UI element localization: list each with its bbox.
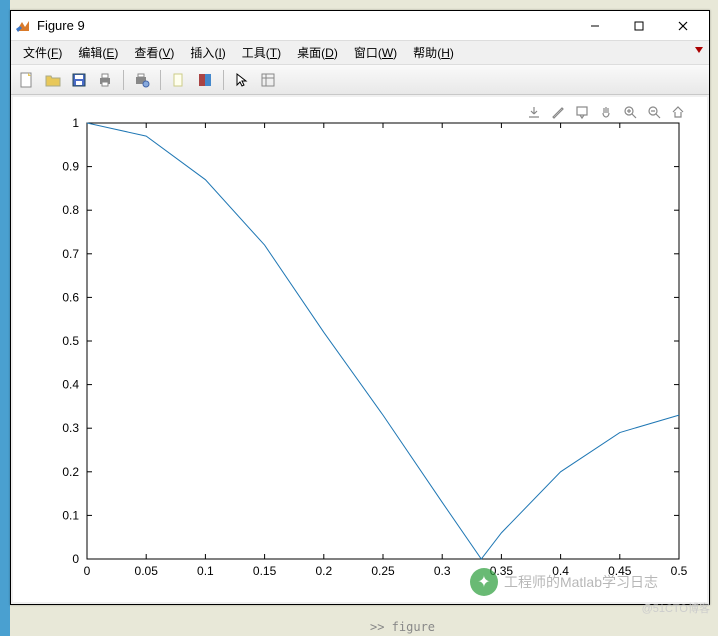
matlab-icon: [15, 18, 31, 34]
menubar-overflow-icon[interactable]: [695, 47, 703, 53]
new-file-button[interactable]: [15, 68, 39, 92]
menu-insert[interactable]: 插入(I): [182, 42, 233, 63]
svg-text:0.05: 0.05: [135, 564, 159, 578]
svg-text:0.1: 0.1: [62, 508, 79, 522]
watermark: ✦ 工程师的Matlab学习日志: [470, 568, 658, 596]
svg-text:0: 0: [84, 564, 91, 578]
plot-tools-button[interactable]: [256, 68, 280, 92]
zoom-out-icon[interactable]: [645, 103, 663, 121]
menu-edit[interactable]: 编辑(E): [70, 42, 126, 63]
svg-text:0.15: 0.15: [253, 564, 277, 578]
toolbar-separator: [123, 70, 124, 90]
home-icon[interactable]: [669, 103, 687, 121]
minimize-button[interactable]: [573, 12, 617, 40]
menu-tools[interactable]: 工具(T): [234, 42, 289, 63]
watermark-text: 工程师的Matlab学习日志: [504, 572, 658, 592]
save-button[interactable]: [67, 68, 91, 92]
plot-area: 00.050.10.150.20.250.30.350.40.450.500.1…: [13, 97, 707, 602]
svg-text:0.4: 0.4: [62, 378, 79, 392]
maximize-button[interactable]: [617, 12, 661, 40]
svg-text:1: 1: [72, 116, 79, 130]
export-icon[interactable]: [525, 103, 543, 121]
command-echo: >> figure: [370, 620, 435, 634]
zoom-in-icon[interactable]: [621, 103, 639, 121]
datatips-icon[interactable]: [573, 103, 591, 121]
background-hint: [0, 0, 10, 636]
titlebar[interactable]: Figure 9: [11, 11, 709, 41]
figure-window: Figure 9 文件(F) 编辑(E) 查看(V) 插入(I) 工具(T) 桌…: [10, 10, 710, 605]
brush-icon[interactable]: [549, 103, 567, 121]
menu-desktop[interactable]: 桌面(D): [289, 42, 346, 63]
link-data-button[interactable]: [167, 68, 191, 92]
svg-text:0.9: 0.9: [62, 160, 79, 174]
menu-view[interactable]: 查看(V): [126, 42, 182, 63]
watermark-sub: @51CTO博客: [642, 600, 710, 616]
colorbar-button[interactable]: [193, 68, 217, 92]
menu-window[interactable]: 窗口(W): [346, 42, 405, 63]
svg-text:0.25: 0.25: [371, 564, 395, 578]
svg-text:0.6: 0.6: [62, 290, 79, 304]
svg-text:0.5: 0.5: [671, 564, 688, 578]
svg-text:0.1: 0.1: [197, 564, 214, 578]
print-button[interactable]: [93, 68, 117, 92]
svg-text:0.2: 0.2: [315, 564, 332, 578]
svg-text:0.2: 0.2: [62, 465, 79, 479]
svg-text:0.3: 0.3: [434, 564, 451, 578]
toolbar-separator: [160, 70, 161, 90]
pan-icon[interactable]: [597, 103, 615, 121]
svg-text:0.8: 0.8: [62, 203, 79, 217]
close-button[interactable]: [661, 12, 705, 40]
svg-text:0.7: 0.7: [62, 247, 79, 261]
axes[interactable]: 00.050.10.150.20.250.30.350.40.450.500.1…: [13, 97, 707, 602]
wechat-icon: ✦: [470, 568, 498, 596]
window-title: Figure 9: [37, 18, 573, 33]
print-preview-button[interactable]: [130, 68, 154, 92]
toolbar-separator: [223, 70, 224, 90]
open-file-button[interactable]: [41, 68, 65, 92]
svg-text:0.5: 0.5: [62, 334, 79, 348]
svg-text:0.3: 0.3: [62, 421, 79, 435]
menu-file[interactable]: 文件(F): [15, 42, 70, 63]
toolbar: [11, 65, 709, 95]
axes-toolbar: [525, 103, 687, 121]
menubar: 文件(F) 编辑(E) 查看(V) 插入(I) 工具(T) 桌面(D) 窗口(W…: [11, 41, 709, 65]
menu-help[interactable]: 帮助(H): [405, 42, 462, 63]
pointer-button[interactable]: [230, 68, 254, 92]
svg-text:0: 0: [72, 552, 79, 566]
